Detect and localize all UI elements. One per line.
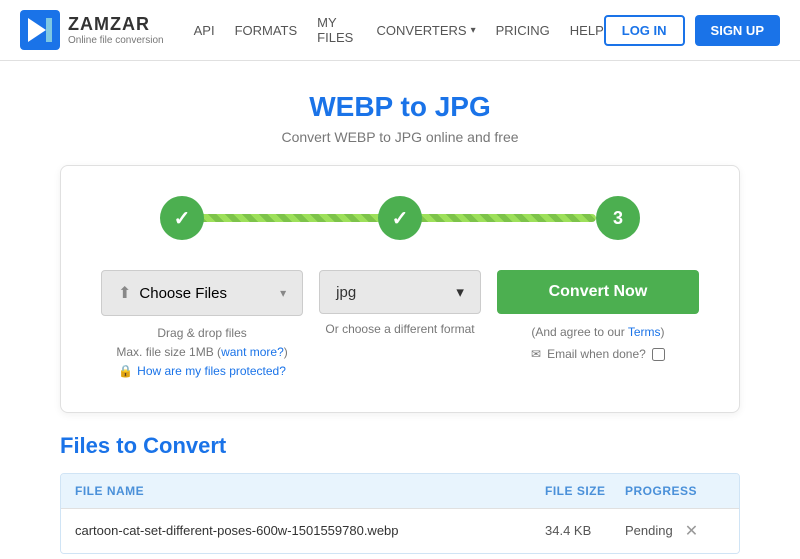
page-title-section: WEBP to JPG Convert WEBP to JPG online a… [0, 61, 800, 165]
nav-formats[interactable]: FORMATS [235, 23, 298, 38]
progress-steps: ✓ ✓ 3 [101, 196, 699, 240]
want-more-link[interactable]: want more? [221, 345, 284, 359]
main-nav: API FORMATS MY FILES CONVERTERS ▾ PRICIN… [194, 15, 604, 45]
file-progress: Pending ✕ [625, 521, 725, 541]
max-size-text: Max. file size 1MB (want more?) [116, 343, 287, 362]
email-checkbox[interactable] [652, 348, 665, 361]
files-title: Files to Convert [60, 433, 740, 459]
files-section: Files to Convert FILE NAME FILE SIZE PRO… [60, 433, 740, 554]
step-3-label: 3 [613, 208, 623, 229]
convert-meta: (And agree to our Terms) ✉ Email when do… [531, 322, 665, 365]
files-table: FILE NAME FILE SIZE PROGRESS cartoon-cat… [60, 473, 740, 554]
signup-button[interactable]: SIGN UP [695, 15, 780, 46]
nav-pricing[interactable]: PRICING [496, 23, 550, 38]
choose-files-label: Choose Files [139, 285, 227, 302]
format-label: jpg [336, 284, 356, 301]
lock-icon: 🔒 [118, 362, 133, 381]
remove-file-button[interactable]: ✕ [681, 521, 702, 541]
convert-group: Convert Now (And agree to our Terms) ✉ E… [497, 270, 699, 365]
files-title-highlight: Convert [143, 433, 226, 458]
step-3-circle: 3 [596, 196, 640, 240]
nav-converters[interactable]: CONVERTERS ▾ [377, 23, 476, 38]
file-protection-link[interactable]: How are my files protected? [137, 362, 286, 381]
drag-drop-text: Drag & drop files [116, 324, 287, 343]
step-1-circle: ✓ [160, 196, 204, 240]
files-table-header: FILE NAME FILE SIZE PROGRESS [61, 474, 739, 508]
choose-files-arrow-icon: ▾ [280, 286, 286, 300]
convert-now-button[interactable]: Convert Now [497, 270, 699, 314]
page-title: WEBP to JPG [20, 91, 780, 123]
upload-icon: ⬆ [118, 283, 131, 303]
checkmark-1-icon: ✓ [174, 206, 191, 231]
converters-arrow-icon: ▾ [471, 25, 476, 36]
page-subtitle: Convert WEBP to JPG online and free [20, 129, 780, 145]
choose-files-meta: Drag & drop files Max. file size 1MB (wa… [116, 324, 287, 382]
converter-box: ✓ ✓ 3 ⬆ Choose Files ▾ Drag & drop [60, 165, 740, 413]
controls-row: ⬆ Choose Files ▾ Drag & drop files Max. … [101, 270, 699, 382]
nav-help[interactable]: HELP [570, 23, 604, 38]
logo[interactable]: ZAMZAR Online file conversion [20, 10, 164, 50]
nav-api[interactable]: API [194, 23, 215, 38]
progress-status: Pending [625, 523, 673, 538]
file-name: cartoon-cat-set-different-poses-600w-150… [75, 523, 545, 538]
header: ZAMZAR Online file conversion API FORMAT… [0, 0, 800, 61]
terms-link[interactable]: Terms [628, 325, 661, 339]
envelope-icon: ✉ [531, 344, 541, 366]
table-row: cartoon-cat-set-different-poses-600w-150… [61, 508, 739, 553]
step-2-circle: ✓ [378, 196, 422, 240]
choose-files-group: ⬆ Choose Files ▾ Drag & drop files Max. … [101, 270, 303, 382]
format-group: jpg ▾ Or choose a different format [319, 270, 481, 336]
checkmark-2-icon: ✓ [392, 206, 409, 231]
choose-files-button[interactable]: ⬆ Choose Files ▾ [101, 270, 303, 316]
col-header-progress: PROGRESS [625, 484, 725, 498]
col-header-name: FILE NAME [75, 484, 545, 498]
login-button[interactable]: LOG IN [604, 15, 685, 46]
format-select[interactable]: jpg ▾ [319, 270, 481, 314]
logo-tagline: Online file conversion [68, 35, 164, 46]
logo-name: ZAMZAR [68, 14, 164, 35]
header-buttons: LOG IN SIGN UP [604, 15, 780, 46]
col-header-size: FILE SIZE [545, 484, 625, 498]
logo-icon [20, 10, 60, 50]
nav-my-files[interactable]: MY FILES [317, 15, 356, 45]
email-when-done-label: Email when done? [547, 344, 646, 366]
file-size: 34.4 KB [545, 523, 625, 538]
format-meta: Or choose a different format [325, 322, 474, 336]
format-arrow-icon: ▾ [456, 283, 464, 301]
